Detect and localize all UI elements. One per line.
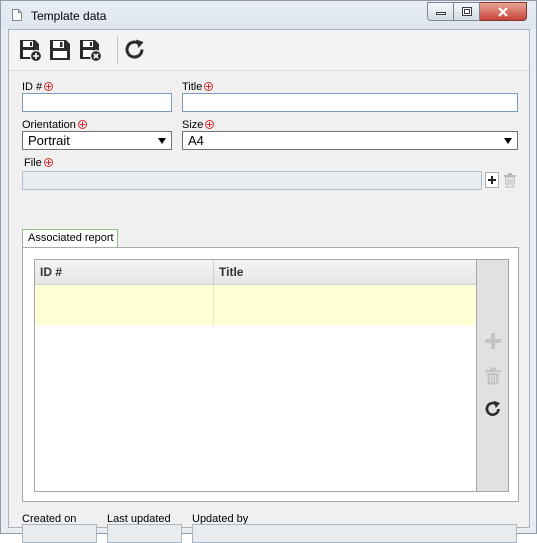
minimize-button[interactable] xyxy=(427,2,454,21)
orientation-value: Portrait xyxy=(28,133,70,148)
orientation-label: Orientation xyxy=(22,119,87,131)
file-field xyxy=(22,171,482,190)
dropdown-arrow-icon xyxy=(504,138,512,144)
title-bar[interactable]: Template data xyxy=(1,1,536,29)
column-header-title[interactable]: Title xyxy=(219,265,243,279)
file-label: File xyxy=(24,157,53,169)
title-field[interactable] xyxy=(182,93,518,112)
orientation-select[interactable]: Portrait xyxy=(22,131,172,150)
size-label: Size xyxy=(182,119,215,131)
id-label: ID # xyxy=(22,81,54,93)
plus-icon xyxy=(485,333,501,349)
close-button[interactable] xyxy=(480,2,527,21)
required-icon xyxy=(205,120,215,129)
window-controls xyxy=(427,2,527,22)
save-icon[interactable] xyxy=(48,38,72,62)
required-icon xyxy=(44,82,54,91)
delete-file-icon xyxy=(504,173,516,188)
tab-associated-report[interactable]: Associated report xyxy=(22,229,118,248)
size-select[interactable]: A4 xyxy=(182,131,518,150)
required-icon xyxy=(204,82,214,91)
grid-header: ID # Title xyxy=(35,260,476,285)
toolbar xyxy=(9,30,529,71)
save-close-icon[interactable] xyxy=(78,38,102,62)
save-plus-icon[interactable] xyxy=(18,38,42,62)
required-icon xyxy=(43,158,53,167)
column-separator xyxy=(213,260,214,284)
window-content: ID # Title Orientation Portrait Size A4 … xyxy=(8,29,530,543)
add-file-icon[interactable] xyxy=(485,172,499,188)
refresh-icon[interactable] xyxy=(123,38,147,62)
table-row[interactable] xyxy=(35,285,476,325)
dropdown-arrow-icon xyxy=(158,138,166,144)
document-icon xyxy=(12,9,22,21)
trash-icon xyxy=(485,367,501,385)
required-icon xyxy=(77,120,87,129)
associated-report-grid: ID # Title xyxy=(34,259,477,492)
tab-panel: ID # Title xyxy=(22,247,519,502)
toolbar-separator xyxy=(117,36,118,64)
id-field[interactable] xyxy=(22,93,172,112)
window-title: Template data xyxy=(31,9,107,23)
form-area: ID # Title Orientation Portrait Size A4 … xyxy=(9,71,529,543)
size-value: A4 xyxy=(188,133,204,148)
close-icon xyxy=(498,6,508,17)
cell-separator xyxy=(213,285,214,325)
title-label: Title xyxy=(182,81,214,93)
column-header-id[interactable]: ID # xyxy=(40,265,62,279)
maximize-icon xyxy=(461,7,472,16)
minimize-icon xyxy=(435,11,446,15)
grid-action-bar xyxy=(477,259,509,492)
maximize-button[interactable] xyxy=(454,2,480,21)
template-data-window: Template data ID # Title Orientation Por… xyxy=(0,0,537,543)
refresh-icon[interactable] xyxy=(484,400,502,418)
